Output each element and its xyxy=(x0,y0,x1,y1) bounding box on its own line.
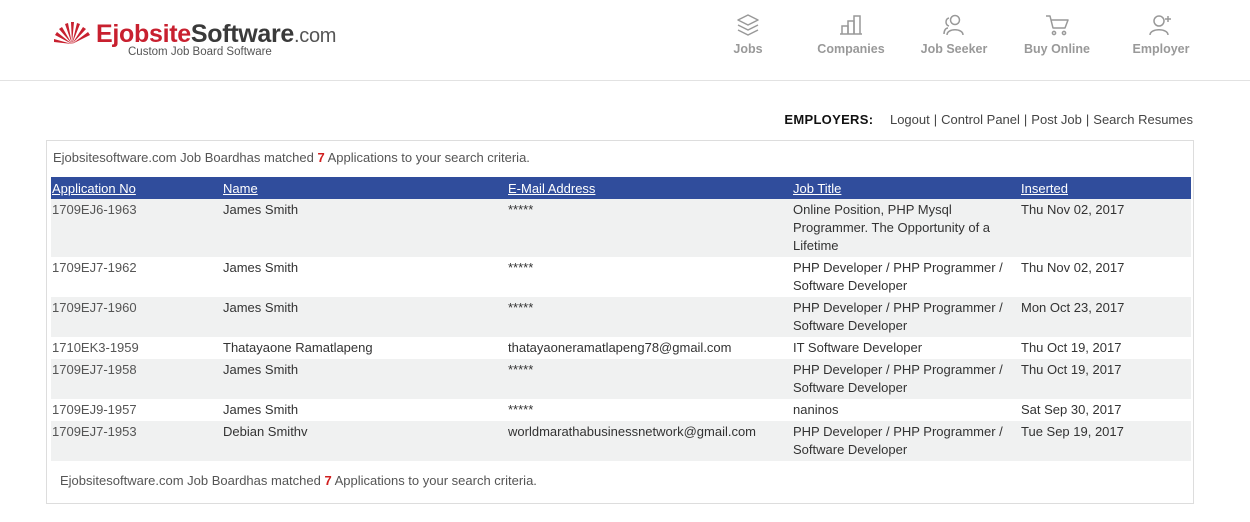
cell-job-title: IT Software Developer xyxy=(793,340,923,355)
cell-job-title: Online Position, PHP Mysql Programmer. T… xyxy=(793,202,991,253)
table-row: 1709EJ6-1963 James Smith ***** Online Po… xyxy=(51,199,1191,257)
cell-email: ***** xyxy=(508,362,534,377)
nav-employer[interactable]: Employer xyxy=(1111,12,1211,56)
cell-inserted: Thu Nov 02, 2017 xyxy=(1021,202,1125,217)
cell-name: James Smith xyxy=(223,402,299,417)
column-header-job-title[interactable]: Job Title xyxy=(792,177,1020,199)
cell-application-no: 1709EJ7-1962 xyxy=(52,260,137,275)
cell-inserted: Thu Nov 02, 2017 xyxy=(1021,260,1125,275)
nav-companies-label: Companies xyxy=(817,42,885,56)
results-panel: Ejobsitesoftware.com Job Boardhas matche… xyxy=(46,140,1194,504)
nav-job-seeker-label: Job Seeker xyxy=(920,42,988,56)
table-header-row: Application No Name E-Mail Address Job T… xyxy=(51,177,1191,199)
results-summary-top: Ejobsitesoftware.com Job Boardhas matche… xyxy=(53,150,530,165)
cell-job-title: PHP Developer / PHP Programmer / Softwar… xyxy=(793,424,1003,457)
post-job-link[interactable]: Post Job xyxy=(1031,112,1082,127)
cell-email: ***** xyxy=(508,260,534,275)
logout-link[interactable]: Logout xyxy=(890,112,930,127)
table-row: 1710EK3-1959 Thatayaone Ramatlapeng that… xyxy=(51,337,1191,359)
table-row: 1709EJ9-1957 James Smith ***** naninos S… xyxy=(51,399,1191,421)
cell-email: ***** xyxy=(508,202,534,217)
layers-icon xyxy=(737,14,759,36)
nav-buy-online[interactable]: Buy Online xyxy=(1007,12,1107,56)
nav-employer-label: Employer xyxy=(1132,42,1190,56)
cell-email: ***** xyxy=(508,300,534,315)
cell-name: James Smith xyxy=(223,300,299,315)
nav-buy-online-label: Buy Online xyxy=(1024,42,1090,56)
logo-wordmark: EjobsiteSoftware.com xyxy=(96,20,337,48)
cell-name: James Smith xyxy=(223,362,299,377)
link-separator: | xyxy=(1085,112,1090,127)
column-header-name[interactable]: Name xyxy=(222,177,507,199)
link-separator: | xyxy=(1023,112,1028,127)
logo-tagline: Custom Job Board Software xyxy=(128,46,272,58)
employer-links: EMPLOYERS: Logout | Control Panel | Post Job… xyxy=(784,112,1193,127)
cell-inserted: Sat Sep 30, 2017 xyxy=(1021,402,1122,417)
cell-application-no: 1709EJ6-1963 xyxy=(52,202,137,217)
nav-job-seeker[interactable]: Job Seeker xyxy=(904,12,1004,56)
cart-icon xyxy=(1046,15,1069,36)
cell-email: thatayaoneramatlapeng78@gmail.com xyxy=(508,340,732,355)
table-row: 1709EJ7-1953 Debian Smithv worldmarathab… xyxy=(51,421,1191,461)
cell-job-title: naninos xyxy=(793,402,839,417)
cell-name: James Smith xyxy=(223,260,299,275)
cell-name: James Smith xyxy=(223,202,299,217)
user-plus-icon xyxy=(1149,15,1171,36)
cell-email: ***** xyxy=(508,402,534,417)
column-header-email[interactable]: E-Mail Address xyxy=(507,177,792,199)
building-icon xyxy=(840,15,862,35)
cell-email: worldmarathabusinessnetwork@gmail.com xyxy=(508,424,757,439)
cell-inserted: Thu Oct 19, 2017 xyxy=(1021,340,1122,355)
users-icon xyxy=(943,14,964,36)
cell-inserted: Tue Sep 19, 2017 xyxy=(1021,424,1124,439)
column-header-application-no[interactable]: Application No xyxy=(51,177,222,199)
cell-application-no: 1710EK3-1959 xyxy=(52,340,139,355)
table-row: 1709EJ7-1958 James Smith ***** PHP Devel… xyxy=(51,359,1191,399)
search-resumes-link[interactable]: Search Resumes xyxy=(1093,112,1193,127)
link-separator: | xyxy=(933,112,938,127)
sunburst-logo-icon xyxy=(54,22,90,44)
cell-name: Thatayaone Ramatlapeng xyxy=(223,340,373,355)
cell-job-title: PHP Developer / PHP Programmer / Softwar… xyxy=(793,300,1003,333)
nav-companies[interactable]: Companies xyxy=(801,12,901,56)
cell-name: Debian Smithv xyxy=(223,424,308,439)
cell-job-title: PHP Developer / PHP Programmer / Softwar… xyxy=(793,362,1003,395)
cell-application-no: 1709EJ7-1960 xyxy=(52,300,137,315)
results-summary-bottom: Ejobsitesoftware.com Job Boardhas matche… xyxy=(60,473,537,488)
site-header: EjobsiteSoftware.com Custom Job Board So… xyxy=(0,0,1250,81)
table-row: 1709EJ7-1960 James Smith ***** PHP Devel… xyxy=(51,297,1191,337)
nav-jobs[interactable]: Jobs xyxy=(698,12,798,56)
cell-inserted: Thu Oct 19, 2017 xyxy=(1021,362,1122,377)
employers-label: EMPLOYERS: xyxy=(784,112,874,127)
cell-job-title: PHP Developer / PHP Programmer / Softwar… xyxy=(793,260,1003,293)
nav-jobs-label: Jobs xyxy=(733,42,763,56)
cell-application-no: 1709EJ7-1953 xyxy=(52,424,137,439)
control-panel-link[interactable]: Control Panel xyxy=(941,112,1020,127)
cell-inserted: Mon Oct 23, 2017 xyxy=(1021,300,1125,315)
column-header-inserted[interactable]: Inserted xyxy=(1020,177,1191,199)
table-row: 1709EJ7-1962 James Smith ***** PHP Devel… xyxy=(51,257,1191,297)
applications-table: Application No Name E-Mail Address Job T… xyxy=(51,177,1191,461)
cell-application-no: 1709EJ7-1958 xyxy=(52,362,137,377)
cell-application-no: 1709EJ9-1957 xyxy=(52,402,137,417)
